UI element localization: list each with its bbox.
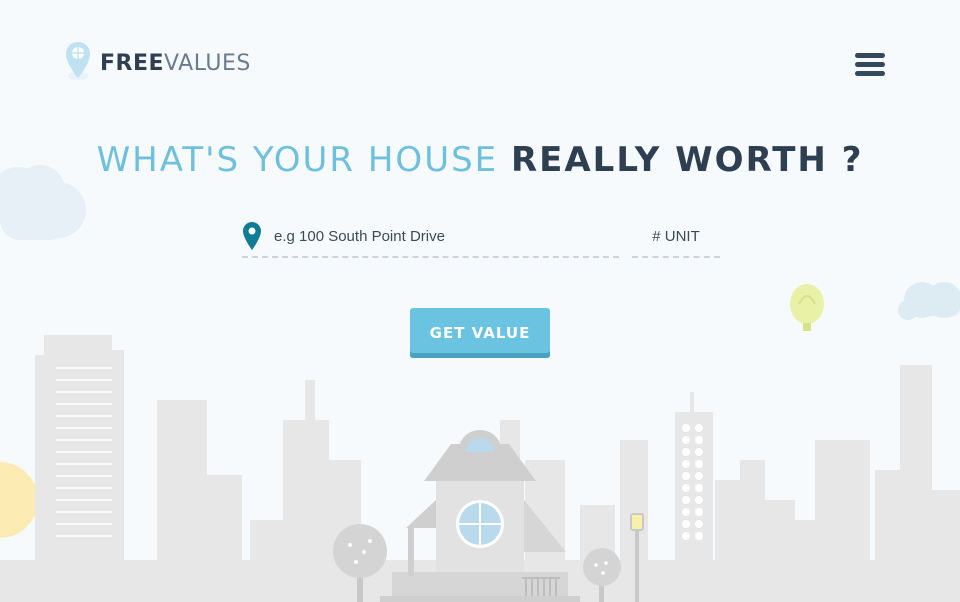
brand-logo[interactable]: FREEVALUES xyxy=(64,40,251,82)
tower-window-lines xyxy=(56,367,112,537)
brand-name-light: VALUES xyxy=(164,50,251,76)
hero-title-part2: REALLY WORTH ? xyxy=(510,140,864,180)
city-background xyxy=(0,165,960,602)
brand-name-strong: FREE xyxy=(100,50,165,76)
menu-line-3 xyxy=(855,71,885,76)
hero-title-part1: WHAT'S YOUR HOUSE xyxy=(96,140,499,180)
location-pin-icon xyxy=(243,222,261,250)
tower-window-dots xyxy=(682,424,703,540)
address-field[interactable] xyxy=(242,216,619,258)
landing-page: FREEVALUES WHAT'S YOUR HOUSE REALLY WORT… xyxy=(0,0,960,602)
get-value-button[interactable]: GET VALUE xyxy=(410,308,550,358)
street-lamp xyxy=(630,513,644,602)
unit-input[interactable] xyxy=(638,226,714,246)
map-pin-icon xyxy=(66,42,90,80)
skyline xyxy=(0,335,960,602)
tree-left xyxy=(333,524,387,602)
cloud-right xyxy=(898,282,960,320)
house-illustration xyxy=(380,430,580,602)
brand-name: FREEVALUES xyxy=(100,51,251,76)
unit-field[interactable] xyxy=(632,216,720,258)
tree-right xyxy=(583,548,621,602)
menu-line-1 xyxy=(855,53,885,58)
sun xyxy=(0,462,38,538)
hero-title: WHAT'S YOUR HOUSE REALLY WORTH ? xyxy=(0,140,960,180)
hamburger-menu-icon[interactable] xyxy=(855,53,885,76)
menu-line-2 xyxy=(855,62,885,67)
address-input[interactable] xyxy=(272,226,606,246)
hot-air-balloon xyxy=(790,284,824,331)
